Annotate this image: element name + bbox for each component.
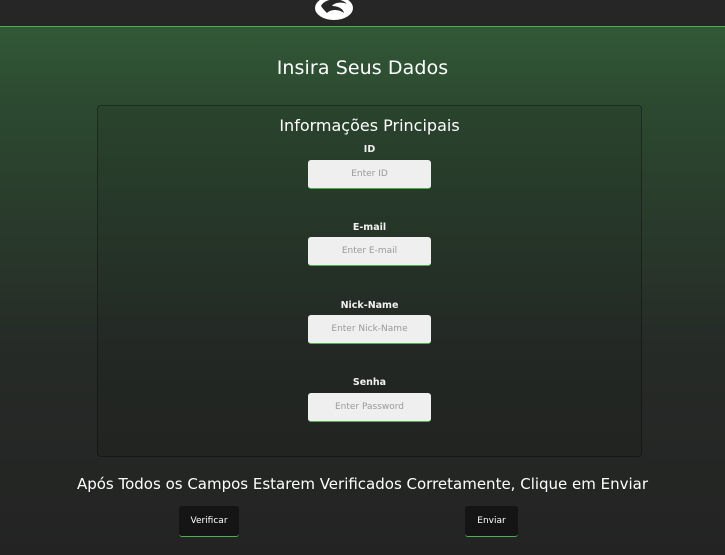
nickname-label: Nick-Name <box>340 300 399 311</box>
email-input[interactable] <box>308 237 431 266</box>
dragon-logo-icon[interactable] <box>313 0 355 22</box>
password-label: Senha <box>352 377 387 388</box>
main-info-panel: Informações Principais ID E-mail Nick-Na… <box>97 105 642 457</box>
page-title: Insira Seus Dados <box>276 57 449 79</box>
section-title: Informações Principais <box>279 116 460 135</box>
verify-button[interactable]: Verificar <box>179 506 239 537</box>
id-label: ID <box>363 144 376 155</box>
password-input[interactable] <box>308 393 431 422</box>
id-input[interactable] <box>308 160 431 189</box>
nickname-input[interactable] <box>308 315 431 344</box>
email-label: E-mail <box>352 222 387 233</box>
top-bar <box>0 0 725 27</box>
send-button[interactable]: Enviar <box>465 506 518 537</box>
instruction-note: Após Todos os Campos Estarem Verificados… <box>76 475 649 493</box>
